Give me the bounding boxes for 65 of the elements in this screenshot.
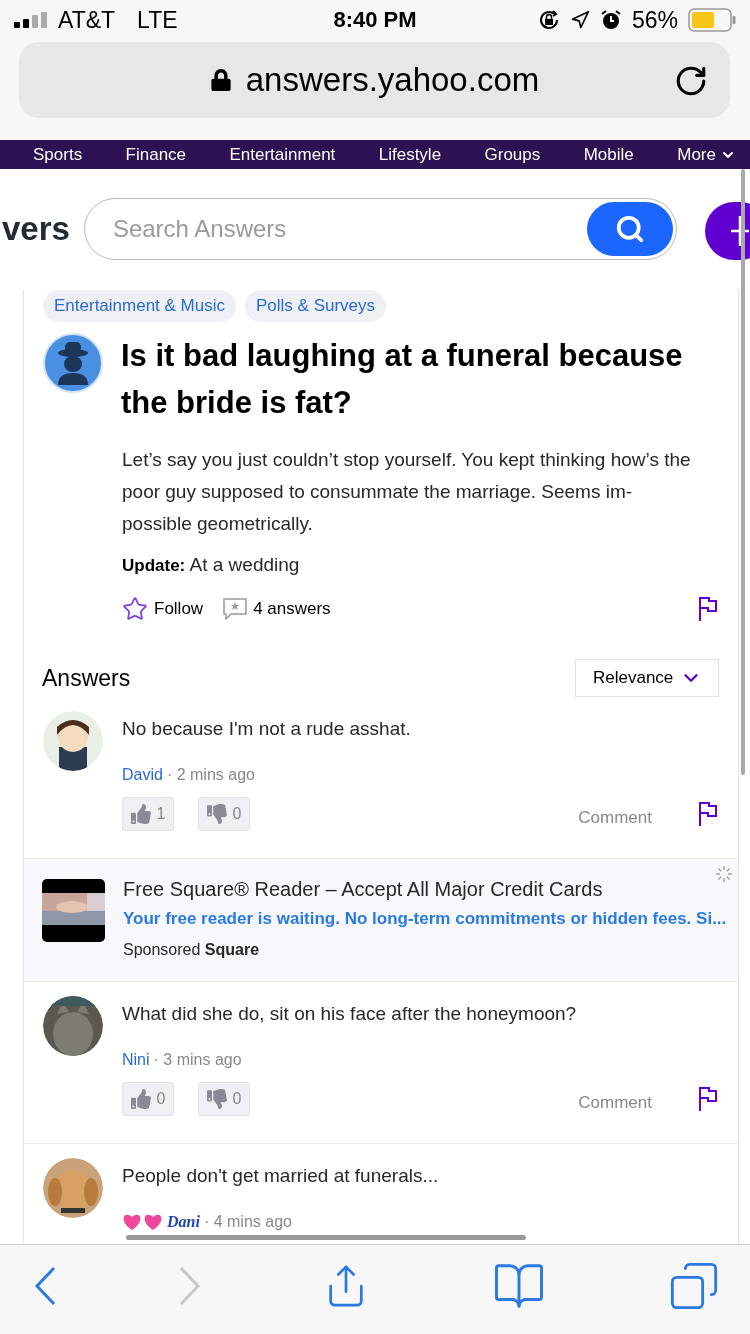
logo-text: vers — [2, 209, 70, 249]
back-button[interactable] — [34, 1265, 56, 1306]
plus-icon — [730, 216, 749, 246]
flag-icon[interactable] — [698, 801, 718, 827]
question-update: Update: At a wedding — [122, 554, 301, 576]
answers-heading: Answers — [42, 664, 131, 692]
loading-icon — [714, 864, 734, 884]
anonymous-avatar-icon — [43, 333, 103, 393]
ad-description[interactable]: Your free reader is waiting. No long-term commitments or hidden fees. Si... — [123, 909, 727, 929]
answer-time: · 4 mins ago — [203, 1213, 292, 1231]
nav-link[interactable]: Mobile — [583, 144, 634, 165]
clock: 8:40 PM — [333, 7, 417, 33]
thumbs-down-icon — [206, 1089, 227, 1109]
category-tag[interactable]: Entertainment & Music — [43, 290, 236, 322]
follow-button[interactable]: Follow — [122, 596, 204, 622]
answer-text: What did she do, sit on his face after the honeymoon? — [122, 1003, 578, 1025]
search-icon — [614, 214, 645, 244]
thumbs-up-icon — [130, 804, 151, 824]
carrier-name: AT&T — [58, 6, 116, 34]
lock-icon — [209, 69, 232, 91]
category-tag[interactable]: Polls & Surveys — [245, 290, 387, 322]
comment-link[interactable]: Comment — [578, 808, 652, 828]
comment-icon — [223, 598, 248, 620]
address-bar[interactable]: answers.yahoo.com — [19, 42, 730, 118]
question-title: Is it bad laughing at a funeral because the bride is fat? — [121, 337, 684, 422]
location-icon — [569, 10, 590, 30]
forward-icon — [178, 1265, 201, 1306]
back-icon — [34, 1265, 56, 1306]
answers-count[interactable]: 4 answers — [223, 598, 331, 620]
flag-icon[interactable] — [698, 596, 718, 622]
nav-link[interactable]: More — [677, 144, 736, 165]
search-button[interactable] — [586, 202, 673, 256]
thumbs-up-icon — [130, 1089, 151, 1109]
heart-icon — [143, 1213, 163, 1231]
nav-link[interactable]: Sports — [33, 144, 83, 165]
nav-link[interactable]: Finance — [125, 144, 187, 165]
heart-icon — [122, 1213, 142, 1231]
rotation-lock-icon — [537, 9, 560, 31]
star-icon — [122, 596, 148, 622]
network-type: LTE — [137, 6, 178, 34]
nav-link[interactable]: Entertainment — [229, 144, 336, 165]
author-link[interactable]: Nini — [122, 1051, 150, 1069]
answer-text: No because I'm not a rude asshat. — [122, 718, 412, 740]
author-link[interactable]: Dani — [167, 1213, 200, 1231]
question-body: Let’s say you just couldn’t stop yourself. You kept thinking how’s the poor guy supposed to consummate the marriage. Seems im-possible geometrically. — [122, 448, 692, 536]
add-button[interactable] — [704, 202, 750, 260]
reload-icon[interactable] — [674, 64, 708, 98]
answer-text: People don't get married at funerals... — [122, 1165, 440, 1187]
search-input[interactable]: Search Answers — [110, 214, 587, 244]
url-text: answers.yahoo.com — [245, 61, 540, 99]
flag-icon[interactable] — [698, 1086, 718, 1112]
comment-link[interactable]: Comment — [578, 1093, 652, 1113]
sponsor-label: Sponsored Square — [123, 941, 261, 959]
answer-time: · 3 mins ago — [153, 1051, 242, 1069]
battery-percent: 56% — [631, 6, 678, 34]
battery-icon — [688, 8, 736, 32]
alarm-icon — [599, 9, 622, 31]
author-link[interactable]: David — [122, 766, 163, 784]
signal-icon — [14, 12, 48, 28]
answer-time: · 2 mins ago — [166, 766, 255, 784]
ad-title: Free Square® Reader – Accept All Major Credit Cards — [123, 878, 604, 901]
nav-link[interactable]: Groups — [484, 144, 541, 165]
thumbs-down-icon — [206, 804, 227, 824]
nav-link[interactable]: Lifestyle — [378, 144, 442, 165]
sort-dropdown[interactable]: Relevance — [575, 659, 719, 697]
